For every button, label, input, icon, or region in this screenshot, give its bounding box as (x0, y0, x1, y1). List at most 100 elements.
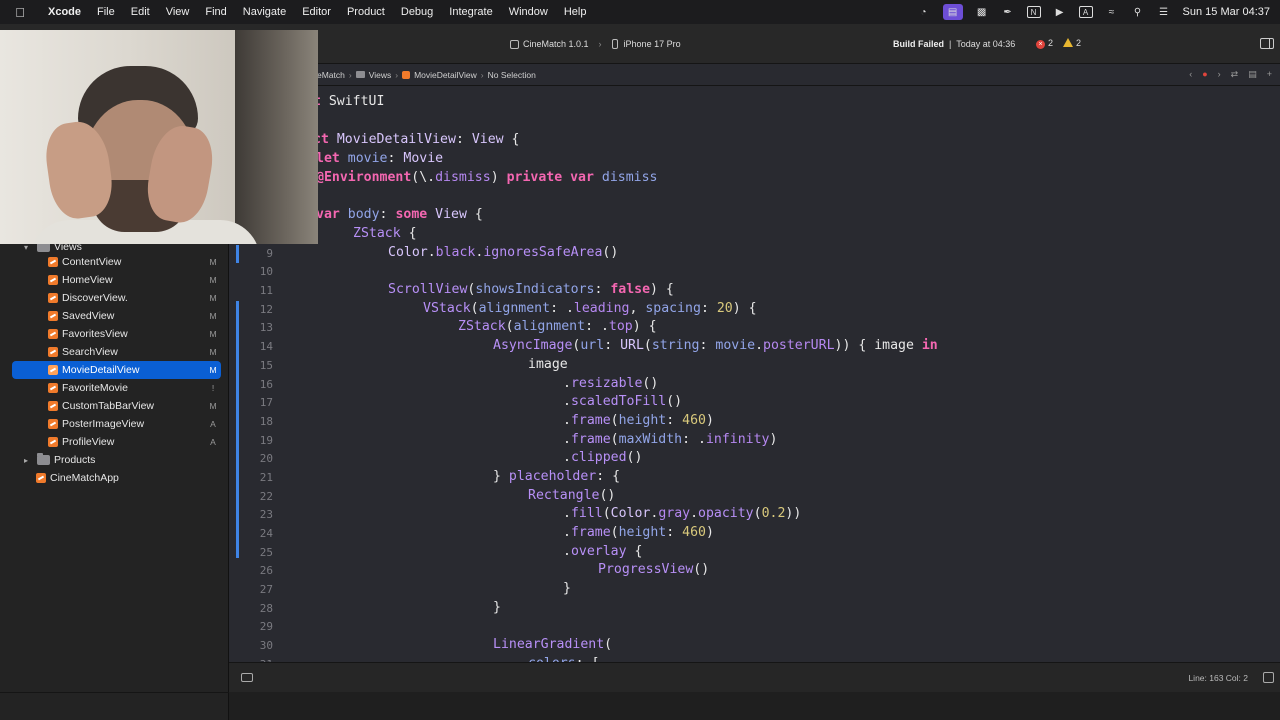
line-number: 11 (259, 284, 273, 297)
notion-icon[interactable]: N (1026, 6, 1041, 18)
swift-file-icon (48, 365, 58, 375)
code-line: @Environment(\.dismiss) private var dism… (316, 170, 658, 185)
forward-icon[interactable]: › (1218, 69, 1221, 80)
chevron-right-icon: › (480, 69, 484, 80)
menu-navigate[interactable]: Navigate (235, 6, 294, 18)
swift-file-icon (48, 347, 58, 357)
play-circle-icon[interactable]: ▶ (1053, 6, 1067, 18)
sidebar-item-homeview[interactable]: HomeView M (12, 271, 221, 289)
sidebar-item-cinematchapp[interactable]: CineMatchApp (12, 469, 221, 487)
code-line: rt SwiftUI (305, 94, 385, 109)
apple-menu-icon[interactable]:  (0, 5, 40, 20)
build-status-result: Build Failed (893, 39, 945, 49)
jump-bar: eMatch › Views › MovieDetailView › No Se… (229, 64, 1280, 86)
sidebar-item-profileview[interactable]: ProfileView A (12, 433, 221, 451)
sidebar-item-moviedetailview[interactable]: MovieDetailView M (12, 361, 221, 379)
breadcrumb-folder[interactable]: Views (369, 70, 392, 80)
source-control-badge: M (209, 293, 217, 303)
sidebar-item-savedview[interactable]: SavedView M (12, 307, 221, 325)
menu-bar-clock[interactable]: Sun 15 Mar 04:37 (1183, 6, 1270, 18)
menu-app-name[interactable]: Xcode (40, 6, 89, 18)
breadcrumb-project[interactable]: eMatch (317, 70, 345, 80)
line-number: 24 (259, 527, 273, 540)
code-line: 29 (229, 618, 1280, 637)
warning-icon (1063, 38, 1074, 47)
sidebar-item-posterimageview[interactable]: PosterImageView A (12, 415, 221, 433)
editor-options-icon[interactable]: ▤ (1248, 69, 1257, 80)
line-number: 13 (259, 321, 273, 334)
error-icon: × (1036, 40, 1045, 49)
pen-icon[interactable]: ✒ (1001, 6, 1015, 18)
debug-area (229, 692, 1280, 720)
sidebar-item-customtabbarview[interactable]: CustomTabBarView M (12, 397, 221, 415)
scheme-selector[interactable]: CineMatch 1.0.1 › iPhone 17 Pro (510, 35, 681, 53)
inspector-toggle-icon[interactable] (1260, 38, 1274, 49)
menu-window[interactable]: Window (501, 6, 556, 18)
sidebar-item-favoritesview[interactable]: FavoritesView M (12, 325, 221, 343)
navigator-filter-bar (0, 692, 229, 720)
menu-help[interactable]: Help (556, 6, 595, 18)
swift-file-icon (48, 419, 58, 429)
breadcrumb-file[interactable]: MovieDetailView (414, 70, 477, 80)
run-destination[interactable]: iPhone 17 Pro (624, 39, 681, 49)
code-line: 13 ZStack(alignment: .top) { (229, 319, 1280, 338)
issue-error-icon[interactable]: ● (1202, 69, 1207, 80)
add-editor-icon[interactable]: + (1267, 69, 1272, 80)
menu-view[interactable]: View (158, 6, 198, 18)
code-line: 22 Rectangle() (229, 488, 1280, 507)
jump-bar-controls: ‹ ● › ⇄ ▤ + (1189, 69, 1272, 80)
menu-edit[interactable]: Edit (123, 6, 158, 18)
source-control-badge: M (209, 329, 217, 339)
sidebar-group-products[interactable]: ▸ Products (12, 451, 221, 469)
text-input-icon[interactable]: A (1078, 6, 1093, 18)
chevron-right-icon[interactable]: ▸ (24, 456, 34, 465)
code-line: 12 VStack(alignment: .leading, spacing: 2… (229, 301, 1280, 338)
menu-product[interactable]: Product (339, 6, 393, 18)
menu-editor[interactable]: Editor (294, 6, 339, 18)
menu-debug[interactable]: Debug (393, 6, 441, 18)
spotlight-search-icon[interactable]: ⚲ (1131, 6, 1145, 18)
debug-area-toggle-icon[interactable] (241, 673, 253, 682)
iphone-icon (611, 39, 618, 49)
line-number: 25 (259, 546, 273, 559)
back-icon[interactable]: ‹ (1189, 69, 1192, 80)
chevron-right-icon: › (348, 69, 352, 80)
line-number: 18 (259, 415, 273, 428)
swift-file-icon (48, 275, 58, 285)
source-control-badge: M (209, 347, 217, 357)
source-control-badge: M (209, 401, 217, 411)
line-number: 26 (259, 564, 273, 577)
screen-mirror-icon[interactable]: ▤ (942, 4, 963, 20)
swift-file-icon (48, 383, 58, 393)
sidebar-item-discoverview[interactable]: DiscoverView. M (12, 289, 221, 307)
related-items-icon[interactable]: ⇄ (1231, 69, 1239, 80)
video-icon[interactable]: ▩ (975, 6, 989, 18)
breadcrumb-symbol[interactable]: No Selection (488, 70, 536, 80)
code-line: 19 .frame(maxWidth: .infinity) (229, 432, 1280, 451)
panel-toggle-icon[interactable] (1263, 672, 1274, 683)
error-count-badge[interactable]: × 2 (1036, 38, 1053, 49)
siri-bubble-icon[interactable]: ◔ (917, 6, 931, 18)
breadcrumb: eMatch › Views › MovieDetailView › No Se… (317, 70, 536, 80)
code-line: var body: some View { (316, 207, 483, 222)
issue-counts[interactable]: × 2 2 (1036, 38, 1081, 49)
menu-integrate[interactable]: Integrate (441, 6, 500, 18)
sidebar-item-contentview[interactable]: ContentView M (12, 253, 221, 271)
swift-file-icon (48, 293, 58, 303)
warning-count-badge[interactable]: 2 (1063, 38, 1081, 49)
code-line: ZStack { (353, 226, 417, 241)
control-center-icon[interactable]: ☰ (1157, 6, 1171, 18)
sidebar-item-searchview[interactable]: SearchView M (12, 343, 221, 361)
source-control-badge: M (209, 257, 217, 267)
menu-find[interactable]: Find (197, 6, 234, 18)
scheme-name[interactable]: CineMatch 1.0.1 (523, 39, 589, 49)
code-line: 24 .frame(height: 460) (229, 525, 1280, 544)
code-line: 25 .overlay { (229, 544, 1280, 563)
sidebar-item-favoritemovie[interactable]: FavoriteMovie! (12, 379, 221, 397)
code-line: 23 .fill(Color.gray.opacity(0.2)) (229, 506, 1280, 525)
source-editor[interactable]: rt SwiftUI ct MovieDetailView: View { le… (229, 86, 1280, 662)
menu-bar:  Xcode File Edit View Find Navigate Edi… (0, 0, 1280, 24)
menu-file[interactable]: File (89, 6, 123, 18)
line-number: 10 (259, 265, 273, 278)
wifi-icon[interactable]: ≈ (1105, 6, 1119, 18)
